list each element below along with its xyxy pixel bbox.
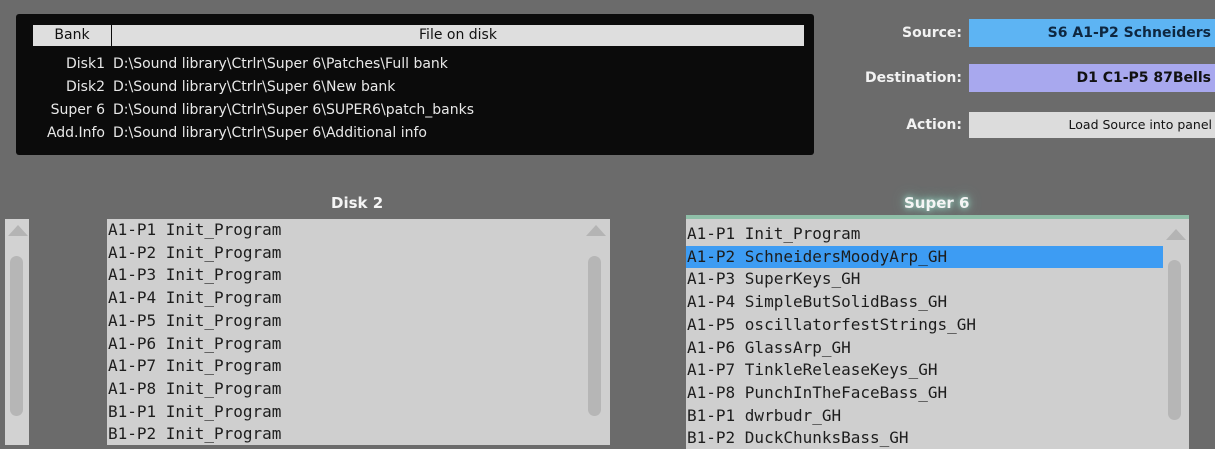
list-item[interactable]: A1-P4 SimpleButSolidBass_GH <box>686 291 947 314</box>
list-item[interactable]: B1-P2 DuckChunksBass_GH <box>686 427 909 449</box>
bank-row[interactable]: Add.Info D:\Sound library\Ctrlr\Super 6\… <box>16 123 814 143</box>
destination-label: Destination: <box>864 70 962 86</box>
bank-path: D:\Sound library\Ctrlr\Super 6\Additiona… <box>113 125 427 141</box>
list-item[interactable]: A1-P7 Init_Program <box>107 355 281 378</box>
list-item[interactable]: A1-P8 PunchInTheFaceBass_GH <box>686 382 947 405</box>
list-item[interactable]: B1-P1 dwrbudr_GH <box>686 405 841 428</box>
source-field[interactable]: S6 A1-P2 Schneiders <box>969 19 1215 47</box>
left-list-title: Disk 2 <box>331 194 384 212</box>
super6-patch-list[interactable]: A1-P1 Init_Program A1-P2 SchneidersMoody… <box>686 215 1189 449</box>
list-item[interactable]: A1-P5 Init_Program <box>107 310 281 333</box>
bank-name: Disk2 <box>66 79 105 95</box>
list-item[interactable]: A1-P8 Init_Program <box>107 378 281 401</box>
destination-field[interactable]: D1 C1-P5 87Bells <box>969 64 1215 92</box>
bank-name: Super 6 <box>50 102 105 118</box>
list-item[interactable]: B1-P1 Init_Program <box>107 401 281 424</box>
list-item[interactable]: A1-P6 GlassArp_GH <box>686 337 851 360</box>
outer-scrollbar[interactable] <box>5 219 29 445</box>
bank-name: Disk1 <box>66 56 105 72</box>
list-item[interactable]: A1-P3 SuperKeys_GH <box>686 268 860 291</box>
list-item[interactable]: A1-P7 TinkleReleaseKeys_GH <box>686 359 937 382</box>
scroll-up-icon[interactable] <box>8 225 28 236</box>
scroll-thumb[interactable] <box>588 256 601 416</box>
bank-row[interactable]: Disk1 D:\Sound library\Ctrlr\Super 6\Pat… <box>16 54 814 74</box>
list-item[interactable]: A1-P3 Init_Program <box>107 264 281 287</box>
bank-table: Bank File on disk Disk1 D:\Sound library… <box>16 14 814 155</box>
list-item[interactable]: A1-P6 Init_Program <box>107 333 281 356</box>
bank-path: D:\Sound library\Ctrlr\Super 6\SUPER6\pa… <box>113 102 475 118</box>
bank-row[interactable]: Disk2 D:\Sound library\Ctrlr\Super 6\New… <box>16 77 814 97</box>
bank-path: D:\Sound library\Ctrlr\Super 6\New bank <box>113 79 396 95</box>
action-label: Action: <box>906 117 962 133</box>
bank-row[interactable]: Super 6 D:\Sound library\Ctrlr\Super 6\S… <box>16 100 814 120</box>
file-column-header: File on disk <box>112 25 804 46</box>
action-selector[interactable]: Load Source into panel <box>969 112 1215 138</box>
source-label: Source: <box>902 25 962 41</box>
scroll-thumb[interactable] <box>1168 260 1181 420</box>
bank-column-header: Bank <box>33 25 111 46</box>
list-item[interactable]: A1-P5 oscillatorfestStrings_GH <box>686 314 976 337</box>
list-item[interactable]: A1-P1 Init_Program <box>686 223 860 246</box>
list-item[interactable]: B1-P2 Init_Program <box>107 423 281 445</box>
bank-path: D:\Sound library\Ctrlr\Super 6\Patches\F… <box>113 56 448 72</box>
scroll-up-icon[interactable] <box>586 225 606 236</box>
disk2-patch-list[interactable]: A1-P1 Init_Program A1-P2 Init_Program A1… <box>107 219 610 445</box>
bank-name: Add.Info <box>46 125 105 141</box>
left-list-scrollbar[interactable] <box>583 223 609 445</box>
right-list-title: Super 6 <box>904 194 970 212</box>
scroll-up-icon[interactable] <box>1166 229 1186 240</box>
list-item[interactable]: A1-P2 Init_Program <box>107 242 281 265</box>
scroll-thumb[interactable] <box>10 256 23 416</box>
list-item[interactable]: A1-P4 Init_Program <box>107 287 281 310</box>
list-item-selected[interactable]: A1-P2 SchneidersMoodyArp_GH <box>686 245 1163 269</box>
right-list-scrollbar[interactable] <box>1163 227 1189 449</box>
list-item[interactable]: A1-P1 Init_Program <box>107 219 281 242</box>
